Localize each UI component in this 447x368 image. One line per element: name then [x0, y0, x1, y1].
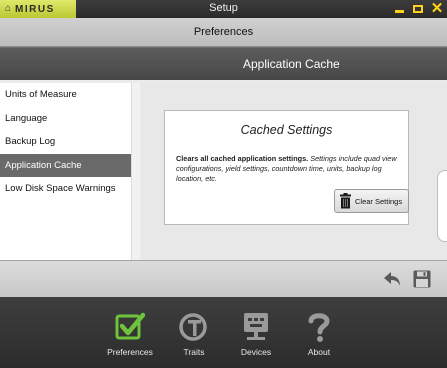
check-box-icon [115, 312, 145, 340]
action-bar [0, 260, 447, 297]
section-title: Application Cache [243, 57, 340, 71]
minimize-icon [394, 10, 404, 13]
undo-icon[interactable] [383, 270, 403, 288]
content-area: Units of Measure Language Backup Log App… [0, 80, 447, 260]
sidebar-item-units-of-measure[interactable]: Units of Measure [0, 83, 140, 107]
preferences-title: Preferences [193, 26, 254, 38]
panel-description-lead: Clears all cached application settings. [176, 154, 309, 163]
nav-about[interactable]: About [289, 311, 349, 357]
preferences-bar: Preferences [0, 18, 447, 47]
section-header: Application Cache [0, 48, 447, 80]
minimize-button[interactable] [393, 3, 405, 15]
nav-traits-label: Traits [183, 347, 205, 357]
sidebar-item-application-cache[interactable]: Application Cache [0, 153, 140, 177]
sidebar-scrollbar[interactable] [131, 83, 140, 260]
close-button[interactable]: ✕ [430, 0, 444, 17]
clear-settings-label: Clear Settings [355, 196, 403, 206]
trash-icon [339, 193, 352, 209]
cached-settings-panel: Cached Settings Clears all cached applic… [164, 110, 409, 225]
settings-sidebar: Units of Measure Language Backup Log App… [0, 83, 140, 260]
nav-devices-label: Devices [240, 347, 272, 357]
sidebar-item-low-disk-space-warnings[interactable]: Low Disk Space Warnings [0, 177, 140, 201]
panel-description: Clears all cached application settings. … [176, 154, 406, 184]
close-icon: ✕ [430, 0, 444, 17]
title-bar: ⌂ MIRUS Setup ✕ [0, 0, 447, 18]
nav-about-label: About [307, 347, 331, 357]
bottom-navigation: Preferences Traits Devices About [0, 297, 447, 368]
panel-title: Cached Settings [240, 123, 333, 137]
window-controls: ✕ [393, 0, 443, 18]
side-drawer-tab[interactable] [437, 170, 447, 242]
sidebar-item-backup-log[interactable]: Backup Log [0, 130, 140, 154]
nav-traits[interactable]: Traits [164, 311, 224, 357]
device-icon [244, 313, 268, 340]
nav-preferences-label: Preferences [107, 347, 153, 357]
maximize-button[interactable] [412, 3, 424, 15]
maximize-icon [413, 5, 423, 13]
clear-settings-button[interactable]: Clear Settings [334, 189, 409, 213]
question-icon [308, 313, 330, 342]
main-pane: Cached Settings Clears all cached applic… [141, 83, 447, 260]
window-title: Setup [209, 2, 238, 14]
sidebar-item-language[interactable]: Language [0, 107, 140, 131]
nav-preferences[interactable]: Preferences [100, 311, 160, 357]
traits-icon [179, 313, 207, 341]
nav-devices[interactable]: Devices [226, 311, 286, 357]
save-icon[interactable] [413, 270, 431, 288]
